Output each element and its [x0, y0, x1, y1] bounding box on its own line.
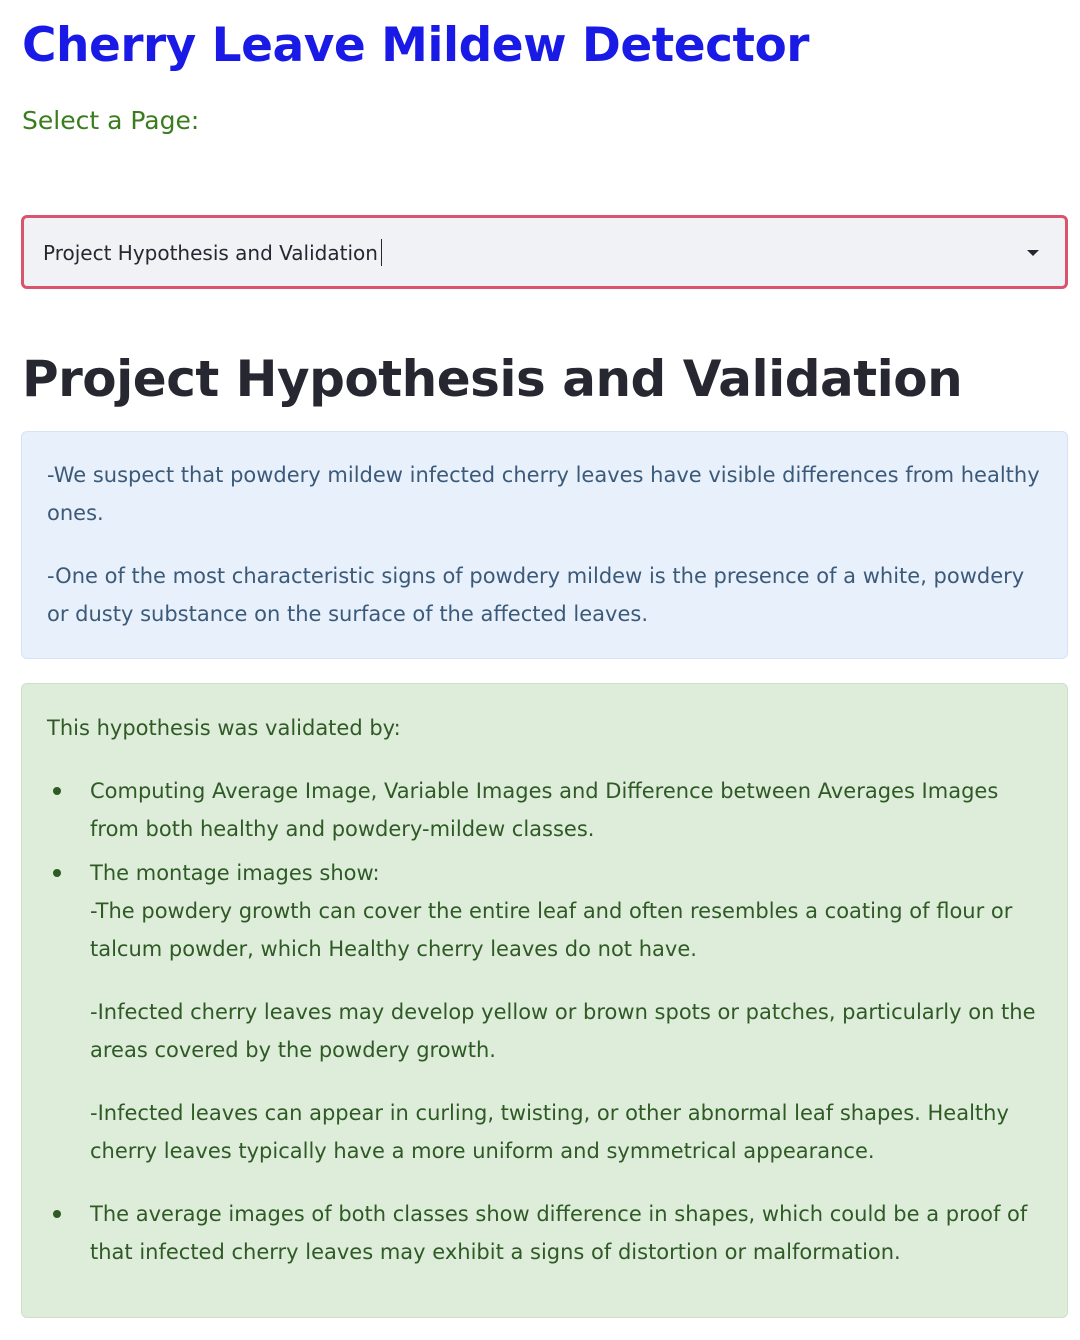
list-item-text: The average images of both classes show … [90, 1202, 1028, 1264]
chevron-down-icon[interactable] [1027, 250, 1039, 256]
validation-list: Computing Average Image, Variable Images… [47, 772, 1043, 1271]
hypothesis-info-box: -We suspect that powdery mildew infected… [21, 431, 1068, 659]
validation-success-box: This hypothesis was validated by: Comput… [21, 683, 1068, 1318]
info-paragraph: -One of the most characteristic signs of… [47, 564, 1025, 626]
page-select-dropdown[interactable]: Project Hypothesis and Validation [21, 215, 1068, 289]
bullet-icon [53, 787, 61, 795]
list-item: The montage images show: -The powdery gr… [47, 854, 1043, 1170]
page-select-label: Select a Page: [22, 106, 200, 135]
list-item: Computing Average Image, Variable Images… [47, 772, 1043, 848]
list-item-text: The montage images show: [90, 861, 380, 885]
page-select-value-text: Project Hypothesis and Validation [43, 241, 378, 265]
list-item: The average images of both classes show … [47, 1195, 1043, 1271]
app-title: Cherry Leave Mildew Detector [22, 18, 809, 73]
montage-observation: -Infected leaves can appear in curling, … [90, 1101, 1009, 1163]
validation-intro: This hypothesis was validated by: [47, 716, 401, 740]
montage-observation: -Infected cherry leaves may develop yell… [90, 1000, 1036, 1062]
bullet-icon [53, 869, 61, 877]
bullet-icon [53, 1210, 61, 1218]
text-caret [380, 239, 382, 266]
info-paragraph: -We suspect that powdery mildew infected… [47, 463, 1040, 525]
montage-observation: -The powdery growth can cover the entire… [90, 899, 1013, 961]
page-select-value: Project Hypothesis and Validation [43, 238, 382, 268]
page-heading: Project Hypothesis and Validation [22, 350, 963, 408]
list-item-text: Computing Average Image, Variable Images… [90, 779, 999, 841]
